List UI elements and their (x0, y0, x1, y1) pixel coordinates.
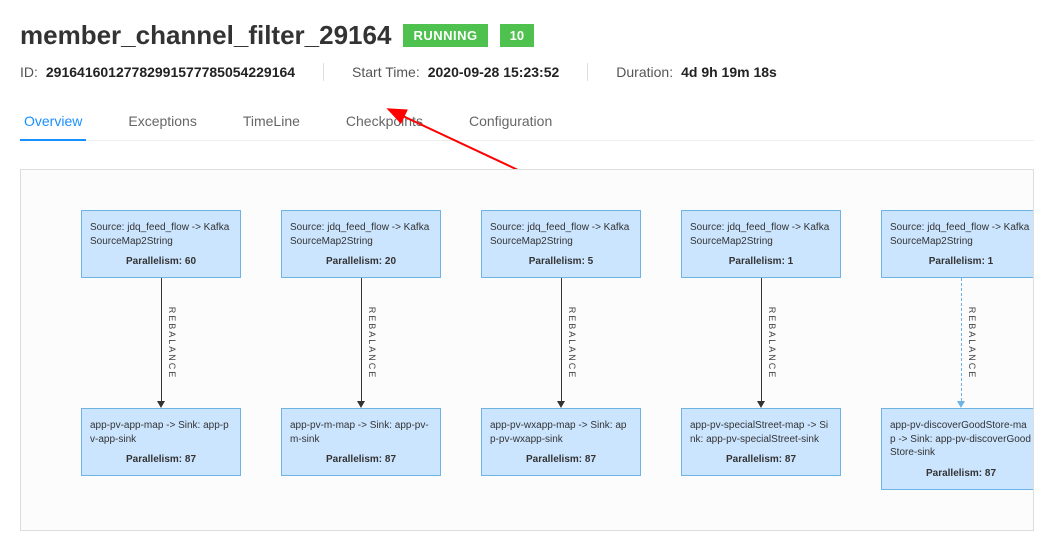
node-parallelism: Parallelism: 60 (90, 256, 232, 267)
node-title: app-pv-specialStreet-map -> Sink: app-pv… (690, 419, 832, 446)
node-title: Source: jdq_feed_flow -> KafkaSourceMap2… (290, 221, 432, 248)
sink-node[interactable]: app-pv-discoverGoodStore-map -> Sink: ap… (881, 408, 1034, 490)
edge-label: REBALANCE (367, 307, 377, 380)
node-parallelism: Parallelism: 87 (90, 454, 232, 465)
node-parallelism: Parallelism: 87 (690, 454, 832, 465)
edge-label: REBALANCE (967, 307, 977, 380)
edge-line (361, 278, 362, 401)
tab-timeline[interactable]: TimeLine (239, 103, 304, 141)
node-parallelism: Parallelism: 5 (490, 256, 632, 267)
job-id: ID: 29164160127782991577785054229164 (20, 64, 295, 80)
sink-node[interactable]: app-pv-m-map -> Sink: app-pv-m-sink Para… (281, 408, 441, 476)
tab-exceptions[interactable]: Exceptions (124, 103, 200, 141)
duration: Duration: 4d 9h 19m 18s (616, 64, 777, 80)
tab-checkpoints[interactable]: Checkpoints (342, 103, 427, 141)
arrow-down-icon (357, 401, 365, 408)
edge-line (561, 278, 562, 401)
node-parallelism: Parallelism: 1 (890, 256, 1032, 267)
start-time: Start Time: 2020-09-28 15:23:52 (352, 64, 559, 80)
edge-label: REBALANCE (167, 307, 177, 380)
source-node[interactable]: Source: jdq_feed_flow -> KafkaSourceMap2… (681, 210, 841, 278)
tab-configuration[interactable]: Configuration (465, 103, 556, 141)
task-count-badge: 10 (500, 24, 534, 47)
edge-line (161, 278, 162, 401)
source-node[interactable]: Source: jdq_feed_flow -> KafkaSourceMap2… (881, 210, 1034, 278)
source-node[interactable]: Source: jdq_feed_flow -> KafkaSourceMap2… (81, 210, 241, 278)
edge-label: REBALANCE (767, 307, 777, 380)
arrow-down-icon (757, 401, 765, 408)
arrow-down-icon (157, 401, 165, 408)
node-title: Source: jdq_feed_flow -> KafkaSourceMap2… (90, 221, 232, 248)
edge: REBALANCE (957, 278, 965, 408)
node-parallelism: Parallelism: 1 (690, 256, 832, 267)
sink-node[interactable]: app-pv-specialStreet-map -> Sink: app-pv… (681, 408, 841, 476)
edge: REBALANCE (357, 278, 365, 408)
node-title: app-pv-app-map -> Sink: app-pv-app-sink (90, 419, 232, 446)
job-title: member_channel_filter_29164 (20, 20, 391, 51)
node-title: Source: jdq_feed_flow -> KafkaSourceMap2… (490, 221, 632, 248)
source-node[interactable]: Source: jdq_feed_flow -> KafkaSourceMap2… (481, 210, 641, 278)
divider (587, 63, 588, 81)
node-parallelism: Parallelism: 20 (290, 256, 432, 267)
duration-value: 4d 9h 19m 18s (681, 64, 777, 80)
start-time-value: 2020-09-28 15:23:52 (428, 64, 560, 80)
edge-line (961, 278, 962, 401)
divider (323, 63, 324, 81)
sink-node[interactable]: app-pv-app-map -> Sink: app-pv-app-sink … (81, 408, 241, 476)
node-title: app-pv-wxapp-map -> Sink: app-pv-wxapp-s… (490, 419, 632, 446)
edge: REBALANCE (757, 278, 765, 408)
job-graph-panel: Source: jdq_feed_flow -> KafkaSourceMap2… (20, 169, 1034, 531)
node-title: app-pv-m-map -> Sink: app-pv-m-sink (290, 419, 432, 446)
tab-bar: Overview Exceptions TimeLine Checkpoints… (20, 103, 1034, 141)
status-badge: RUNNING (403, 24, 487, 47)
sink-node[interactable]: app-pv-wxapp-map -> Sink: app-pv-wxapp-s… (481, 408, 641, 476)
job-id-label: ID: (20, 64, 38, 80)
source-node[interactable]: Source: jdq_feed_flow -> KafkaSourceMap2… (281, 210, 441, 278)
node-title: Source: jdq_feed_flow -> KafkaSourceMap2… (690, 221, 832, 248)
edge: REBALANCE (157, 278, 165, 408)
edge: REBALANCE (557, 278, 565, 408)
tab-overview[interactable]: Overview (20, 103, 86, 141)
node-title: Source: jdq_feed_flow -> KafkaSourceMap2… (890, 221, 1032, 248)
arrow-down-icon (957, 401, 965, 408)
start-time-label: Start Time: (352, 64, 420, 80)
node-title: app-pv-discoverGoodStore-map -> Sink: ap… (890, 419, 1032, 460)
node-parallelism: Parallelism: 87 (890, 468, 1032, 479)
node-parallelism: Parallelism: 87 (290, 454, 432, 465)
edge-line (761, 278, 762, 401)
job-id-value: 29164160127782991577785054229164 (46, 64, 295, 80)
node-parallelism: Parallelism: 87 (490, 454, 632, 465)
edge-label: REBALANCE (567, 307, 577, 380)
arrow-down-icon (557, 401, 565, 408)
duration-label: Duration: (616, 64, 673, 80)
